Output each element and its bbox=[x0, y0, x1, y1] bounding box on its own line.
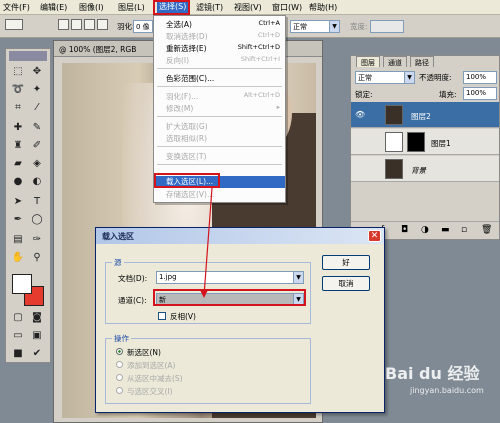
watermark-url: jingyan.baidu.com bbox=[410, 386, 484, 395]
annotation-arrow-line bbox=[203, 187, 213, 297]
watermark-brand: Bai du 经验 bbox=[385, 364, 480, 383]
annotation-arrow-head bbox=[200, 290, 208, 298]
